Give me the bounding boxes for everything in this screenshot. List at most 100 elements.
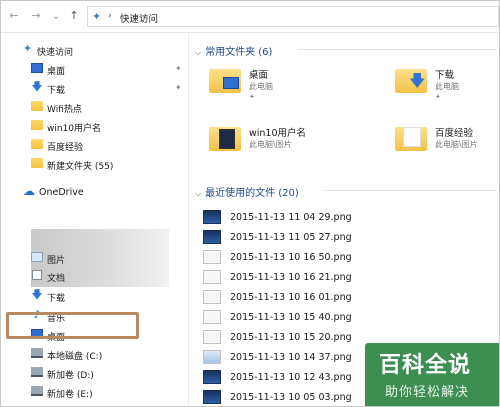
forward-icon: → [31,9,41,22]
back-icon: ← [9,9,19,22]
watermark-title: 百科全说 [379,353,472,378]
sidebar-item-label: 新加卷 (D:) [47,371,94,381]
watermark-logo: 百科全说 助你轻松解决 [365,343,499,406]
highlight-box [6,312,139,339]
file-name: 2015-11-13 11 05 27.png [230,232,352,243]
sidebar-item-desktop[interactable]: 桌面 ✦ [1,60,189,80]
chevron-down-icon: ⌵ [195,48,202,57]
recent-locations-button[interactable]: ⌄ [49,9,63,23]
image-file-icon [203,370,221,384]
folder-icon [31,139,43,149]
section-title: 最近使用的文件 (20) [205,188,299,199]
sidebar-item-label: 新建文件夹 (55) [47,162,114,172]
tile-location: 此电脑\图片 [249,140,292,149]
disk-icon [31,348,43,358]
sidebar-item-label: 图片 [47,256,66,266]
tile-name: 下载 [435,70,455,81]
sidebar-item-label: 文档 [47,274,66,284]
pictures-icon [31,252,43,262]
address-bar: ← → ⌄ ↑ ✦ › 快速访问 [1,1,499,33]
quick-access-pin-icon: ✦ [92,10,102,23]
image-file-icon [203,390,221,404]
sidebar-item-wifi[interactable]: Wifi热点 [1,98,189,118]
back-button[interactable]: ← [7,9,21,23]
watermark-subtitle: 助你轻松解决 [385,385,470,400]
sidebar-item-label: 下载 [47,86,66,96]
tile-desktop[interactable]: 桌面 此电脑 ✦ [209,65,349,121]
desktop-icon [31,63,43,73]
sidebar-item-documents[interactable]: 文档 [1,267,189,287]
download-icon: 🡇 [31,80,43,93]
list-item[interactable]: 2015-11-13 11 04 29.png [203,208,493,228]
up-button[interactable]: ↑ [67,9,81,23]
forward-button[interactable]: → [29,9,43,23]
sidebar-item-win10[interactable]: win10用户名 [1,117,189,137]
pinned-icon: ✦ [175,64,182,73]
sidebar-item-drive-e[interactable]: 新加卷 (E:) [1,383,189,403]
file-name: 2015-11-13 10 16 21.png [230,272,352,283]
sidebar-item-label: 桌面 [47,67,66,77]
up-arrow-icon: ↑ [69,9,79,22]
tile-name: win10用户名 [249,128,307,139]
image-file-icon [203,250,221,264]
chevron-right-icon[interactable]: › [108,11,112,21]
breadcrumb[interactable]: ✦ › 快速访问 [87,6,499,27]
disk-icon [31,386,43,396]
file-name: 2015-11-13 10 16 50.png [230,252,352,263]
cloud-icon: ☁ [23,184,35,198]
image-file-icon [203,290,221,304]
sidebar-item-label: 新加卷 (E:) [47,390,93,400]
image-file-icon [203,310,221,324]
file-name: 2015-11-13 10 15 40.png [230,312,352,323]
tile-name: 百度经验 [435,128,474,139]
list-item[interactable]: 2015-11-13 10 16 50.png [203,248,493,268]
list-item[interactable]: 2015-11-13 10 16 01.png [203,288,493,308]
sidebar-item-downloads[interactable]: 🡇 下载 ✦ [1,79,189,99]
sidebar-item-pc-downloads[interactable]: 🡇 下载 [1,287,189,307]
sidebar-item-new-folder[interactable]: 新建文件夹 (55) [1,155,189,175]
tile-downloads[interactable]: 🡇 下载 此电脑 ✦ [395,65,499,121]
tile-location: 此电脑 [435,82,459,91]
sidebar-item-label: Wifi热点 [47,105,82,115]
sidebar-item-label: 百度经验 [47,143,84,153]
breadcrumb-quick-access[interactable]: 快速访问 [120,11,158,25]
section-title: 常用文件夹 (6) [205,47,273,58]
file-name: 2015-11-13 10 12 43.png [230,372,352,383]
image-file-icon [203,270,221,284]
folder-icon [31,158,43,168]
divider [323,190,497,191]
pinned-icon: ✦ [249,93,255,101]
folder-downloads-icon: 🡇 [395,65,427,93]
pin-icon: ✦ [23,42,33,55]
file-name: 2015-11-13 11 04 29.png [230,212,352,223]
file-name: 2015-11-13 10 16 01.png [230,292,352,303]
image-file-icon [203,330,221,344]
chevron-down-icon: ⌄ [51,9,61,22]
sidebar-item-label: win10用户名 [47,124,102,134]
download-icon: 🡇 [31,288,43,301]
sidebar-item-pictures[interactable]: 图片 [1,249,189,269]
image-file-icon [203,210,221,224]
sidebar-item-quick-access[interactable]: ✦ 快速访问 [1,41,189,61]
divider [297,49,497,50]
frequent-folders-header[interactable]: ⌵ 常用文件夹 (6) [195,43,272,58]
navigation-pane: ✦ 快速访问 桌面 ✦ 🡇 下载 ✦ Wifi热点 win10用户名 百度经验 … [1,33,189,406]
sidebar-item-baidu[interactable]: 百度经验 [1,136,189,156]
list-item[interactable]: 2015-11-13 10 15 40.png [203,308,493,328]
tile-location: 此电脑\图片 [435,140,478,149]
sidebar-item-label: 本地磁盘 (C:) [47,352,103,362]
disk-icon [31,367,43,377]
list-item[interactable]: 2015-11-13 10 16 21.png [203,268,493,288]
list-item[interactable]: 2015-11-13 11 05 27.png [203,228,493,248]
pinned-icon: ✦ [435,93,441,101]
recent-files-header[interactable]: ⌵ 最近使用的文件 (20) [195,184,299,199]
image-file-icon [203,350,221,364]
file-name: 2015-11-13 10 15 20.png [230,332,352,343]
tile-win10[interactable]: win10用户名 此电脑\图片 [209,123,349,179]
sidebar-item-drive-c[interactable]: 本地磁盘 (C:) [1,345,189,365]
folder-icon [31,120,43,130]
folder-icon [31,101,43,111]
sidebar-item-onedrive[interactable]: ☁ OneDrive [1,183,189,203]
tile-baidu[interactable]: 百度经验 此电脑\图片 [395,123,499,179]
sidebar-item-drive-d[interactable]: 新加卷 (D:) [1,364,189,384]
